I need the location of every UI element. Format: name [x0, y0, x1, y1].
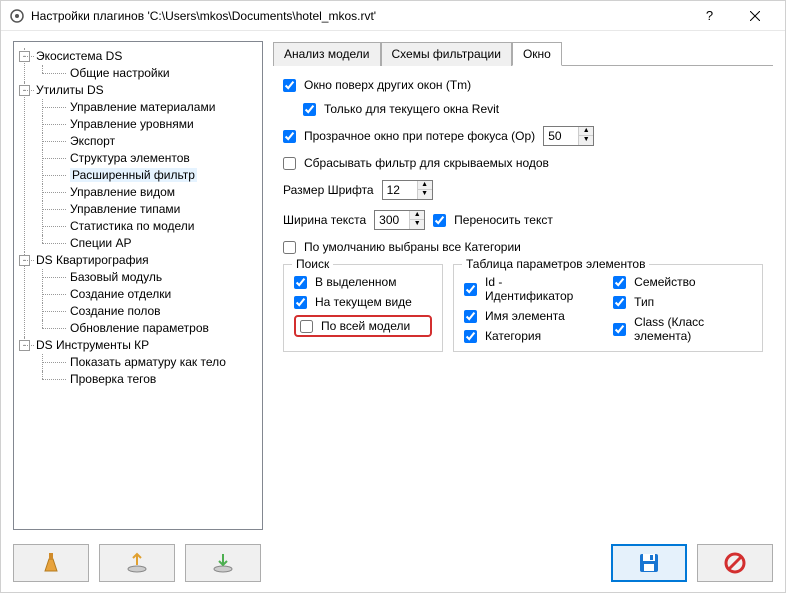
- tree-leaf[interactable]: Создание полов: [70, 304, 161, 318]
- tree-leaf[interactable]: Управление типами: [70, 202, 180, 216]
- checkbox-whole-model[interactable]: По всей модели: [300, 319, 410, 333]
- tree-leaf[interactable]: Управление уровнями: [70, 117, 194, 131]
- tree-leaf[interactable]: Структура элементов: [70, 151, 190, 165]
- close-button[interactable]: [732, 1, 777, 30]
- checkbox-default-all-categories[interactable]: По умолчанию выбраны все Категории: [283, 240, 763, 254]
- tree-node[interactable]: Экосистема DS: [36, 49, 122, 63]
- app-icon: [9, 8, 25, 24]
- tree-toggle[interactable]: -: [19, 340, 30, 351]
- tree-leaf[interactable]: Общие настройки: [70, 66, 170, 80]
- tree-leaf-selected[interactable]: Расширенный фильтр: [70, 168, 197, 182]
- font-size-value[interactable]: [383, 181, 417, 199]
- checkbox-transparent[interactable]: Прозрачное окно при потере фокуса (Op): [283, 129, 535, 143]
- export-button[interactable]: [99, 544, 175, 582]
- checkbox-wrap-text[interactable]: Переносить текст: [433, 213, 553, 227]
- save-button[interactable]: [611, 544, 687, 582]
- checkbox-on-current-view[interactable]: На текущем виде: [294, 295, 432, 309]
- tab-analysis[interactable]: Анализ модели: [273, 42, 381, 66]
- tab-window[interactable]: Окно: [512, 42, 562, 66]
- checkbox-in-selection[interactable]: В выделенном: [294, 275, 432, 289]
- group-table-legend: Таблица параметров элементов: [462, 257, 649, 271]
- spin-up[interactable]: ▲: [418, 181, 432, 190]
- tree-leaf[interactable]: Специи АР: [70, 236, 131, 250]
- titlebar: Настройки плагинов 'C:\Users\mkos\Docume…: [1, 1, 785, 31]
- footer-toolbar: [1, 538, 785, 592]
- tree-node[interactable]: Утилиты DS: [36, 83, 104, 97]
- tree-leaf[interactable]: Обновление параметров: [70, 321, 209, 335]
- help-button[interactable]: ?: [687, 1, 732, 30]
- plugin-tree[interactable]: -Экосистема DS Общие настройки -Утилиты …: [18, 48, 258, 388]
- group-search-legend: Поиск: [292, 257, 333, 271]
- spin-up[interactable]: ▲: [410, 211, 424, 220]
- window-title: Настройки плагинов 'C:\Users\mkos\Docume…: [31, 9, 687, 23]
- group-search: Поиск В выделенном На текущем виде По вс…: [283, 264, 443, 352]
- tree-leaf[interactable]: Базовый модуль: [70, 270, 162, 284]
- tree-node[interactable]: DS Квартирография: [36, 253, 149, 267]
- spin-down[interactable]: ▼: [410, 220, 424, 229]
- tree-panel: -Экосистема DS Общие настройки -Утилиты …: [13, 41, 263, 530]
- tree-toggle[interactable]: -: [19, 51, 30, 62]
- tabs: Анализ модели Схемы фильтрации Окно: [273, 41, 773, 66]
- group-table-params: Таблица параметров элементов Id - Иденти…: [453, 264, 763, 352]
- tab-content-window: Окно поверх других окон (Tm) Только для …: [273, 66, 773, 364]
- import-button[interactable]: [185, 544, 261, 582]
- spin-down[interactable]: ▼: [579, 136, 593, 145]
- tree-leaf[interactable]: Статистика по модели: [70, 219, 195, 233]
- checkbox-reset-filter[interactable]: Сбрасывать фильтр для скрываемых нодов: [283, 156, 763, 170]
- tab-filter-schemes[interactable]: Схемы фильтрации: [381, 42, 512, 66]
- tree-node[interactable]: DS Инструменты КР: [36, 338, 149, 352]
- tree-leaf[interactable]: Показать арматуру как тело: [70, 355, 226, 369]
- checkbox-family[interactable]: Семейство: [613, 275, 752, 289]
- clean-button[interactable]: [13, 544, 89, 582]
- tree-leaf[interactable]: Управление видом: [70, 185, 175, 199]
- checkbox-class[interactable]: Class (Класс элемента): [613, 315, 752, 343]
- opacity-value[interactable]: [544, 127, 578, 145]
- text-width-spinner[interactable]: ▲▼: [374, 210, 425, 230]
- text-width-value[interactable]: [375, 211, 409, 229]
- font-size-spinner[interactable]: ▲▼: [382, 180, 433, 200]
- label-text-width: Ширина текста: [283, 213, 366, 227]
- tree-leaf[interactable]: Управление материалами: [70, 100, 215, 114]
- tree-leaf[interactable]: Проверка тегов: [70, 372, 156, 386]
- checkbox-category[interactable]: Категория: [464, 329, 583, 343]
- cancel-button[interactable]: [697, 544, 773, 582]
- spin-down[interactable]: ▼: [418, 190, 432, 199]
- tree-leaf[interactable]: Экспорт: [70, 134, 115, 148]
- tree-leaf[interactable]: Создание отделки: [70, 287, 171, 301]
- tree-toggle[interactable]: -: [19, 255, 30, 266]
- checkbox-topmost[interactable]: Окно поверх других окон (Tm): [283, 78, 763, 92]
- checkbox-id[interactable]: Id - Идентификатор: [464, 275, 583, 303]
- opacity-spinner[interactable]: ▲▼: [543, 126, 594, 146]
- checkbox-type[interactable]: Тип: [613, 295, 752, 309]
- tree-toggle[interactable]: -: [19, 85, 30, 96]
- spin-up[interactable]: ▲: [579, 127, 593, 136]
- checkbox-only-current-revit[interactable]: Только для текущего окна Revit: [303, 102, 763, 116]
- checkbox-element-name[interactable]: Имя элемента: [464, 309, 583, 323]
- label-font-size: Размер Шрифта: [283, 183, 374, 197]
